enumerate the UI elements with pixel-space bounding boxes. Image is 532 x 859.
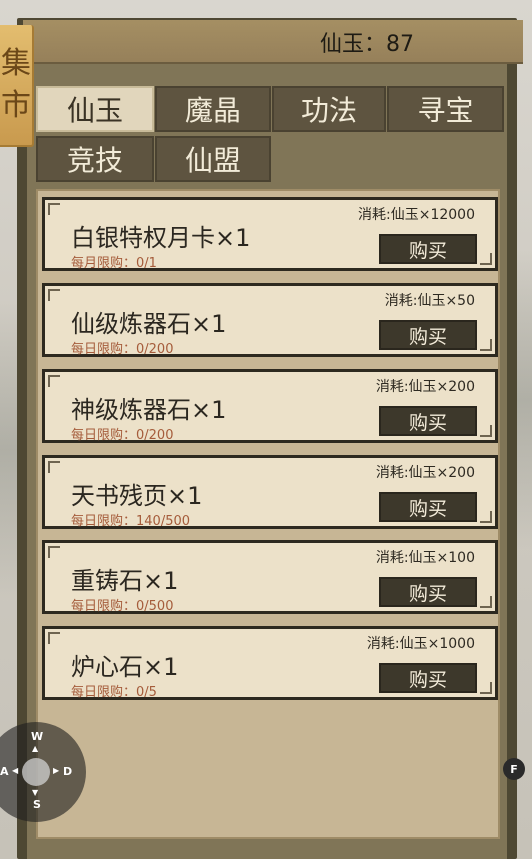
list-item: 消耗:仙玉×12000 白银特权月卡×1 每月限购：0/1 购买: [42, 197, 498, 271]
currency-balance: 仙玉：87: [320, 32, 414, 57]
item-cost: 消耗:仙玉×100: [375, 550, 475, 566]
tab-gongfa[interactable]: 功法: [272, 86, 386, 132]
list-item: 消耗:仙玉×100 重铸石×1 每日限购：0/500 购买: [42, 540, 498, 614]
tab-xianyu[interactable]: 仙玉: [36, 86, 154, 132]
item-cost: 消耗:仙玉×50: [384, 293, 475, 309]
buy-button[interactable]: 购买: [379, 492, 477, 522]
joystick-left-label: A: [0, 765, 9, 778]
item-cost: 消耗:仙玉×1000: [366, 636, 475, 652]
arrow-up-icon: ▲: [32, 744, 39, 753]
joystick-down-label: S: [33, 798, 41, 811]
buy-button[interactable]: 购买: [379, 663, 477, 693]
list-item: 消耗:仙玉×50 仙级炼器石×1 每日限购：0/200 购买: [42, 283, 498, 357]
arrow-left-icon: ◀: [12, 766, 19, 775]
item-name: 白银特权月卡×1: [71, 224, 251, 252]
joystick-right-label: D: [63, 765, 73, 778]
item-purchase-limit: 每月限购：0/1: [71, 256, 157, 271]
item-purchase-limit: 每日限购：0/200: [71, 342, 174, 357]
list-item: 消耗:仙玉×200 天书残页×1 每日限购：140/500 购买: [42, 455, 498, 529]
buy-button[interactable]: 购买: [379, 320, 477, 350]
tab-jingji[interactable]: 竞技: [36, 136, 154, 182]
market-tab-tag[interactable]: 集 市: [0, 25, 34, 147]
tab-xianmeng[interactable]: 仙盟: [155, 136, 271, 182]
item-cost: 消耗:仙玉×12000: [358, 207, 475, 223]
market-tag-char-2: 市: [1, 88, 31, 123]
item-cost: 消耗:仙玉×200: [375, 379, 475, 395]
header-bar: [23, 20, 523, 64]
list-item: 消耗:仙玉×200 神级炼器石×1 每日限购：0/200 购买: [42, 369, 498, 443]
tab-xunbao[interactable]: 寻宝: [387, 86, 504, 132]
market-tag-char-1: 集: [1, 46, 31, 81]
buy-button[interactable]: 购买: [379, 577, 477, 607]
joystick-knob[interactable]: [22, 758, 50, 786]
tab-mojing[interactable]: 魔晶: [155, 86, 271, 132]
buy-button[interactable]: 购买: [379, 406, 477, 436]
buy-button[interactable]: 购买: [379, 234, 477, 264]
item-purchase-limit: 每日限购：0/200: [71, 428, 174, 443]
arrow-down-icon: ▼: [32, 788, 39, 797]
joystick-up-label: W: [31, 730, 44, 743]
item-cost: 消耗:仙玉×200: [375, 465, 475, 481]
item-purchase-limit: 每日限购：0/5: [71, 685, 157, 700]
list-item: 消耗:仙玉×1000 炉心石×1 每日限购：0/5 购买: [42, 626, 498, 700]
item-purchase-limit: 每日限购：140/500: [71, 514, 191, 529]
item-name: 仙级炼器石×1: [71, 310, 227, 338]
item-name: 重铸石×1: [71, 567, 179, 595]
item-name: 炉心石×1: [71, 653, 179, 681]
item-purchase-limit: 每日限购：0/500: [71, 599, 174, 614]
item-name: 神级炼器石×1: [71, 396, 227, 424]
arrow-right-icon: ▶: [53, 766, 60, 775]
action-key-button[interactable]: F: [503, 758, 525, 780]
item-name: 天书残页×1: [71, 482, 203, 510]
